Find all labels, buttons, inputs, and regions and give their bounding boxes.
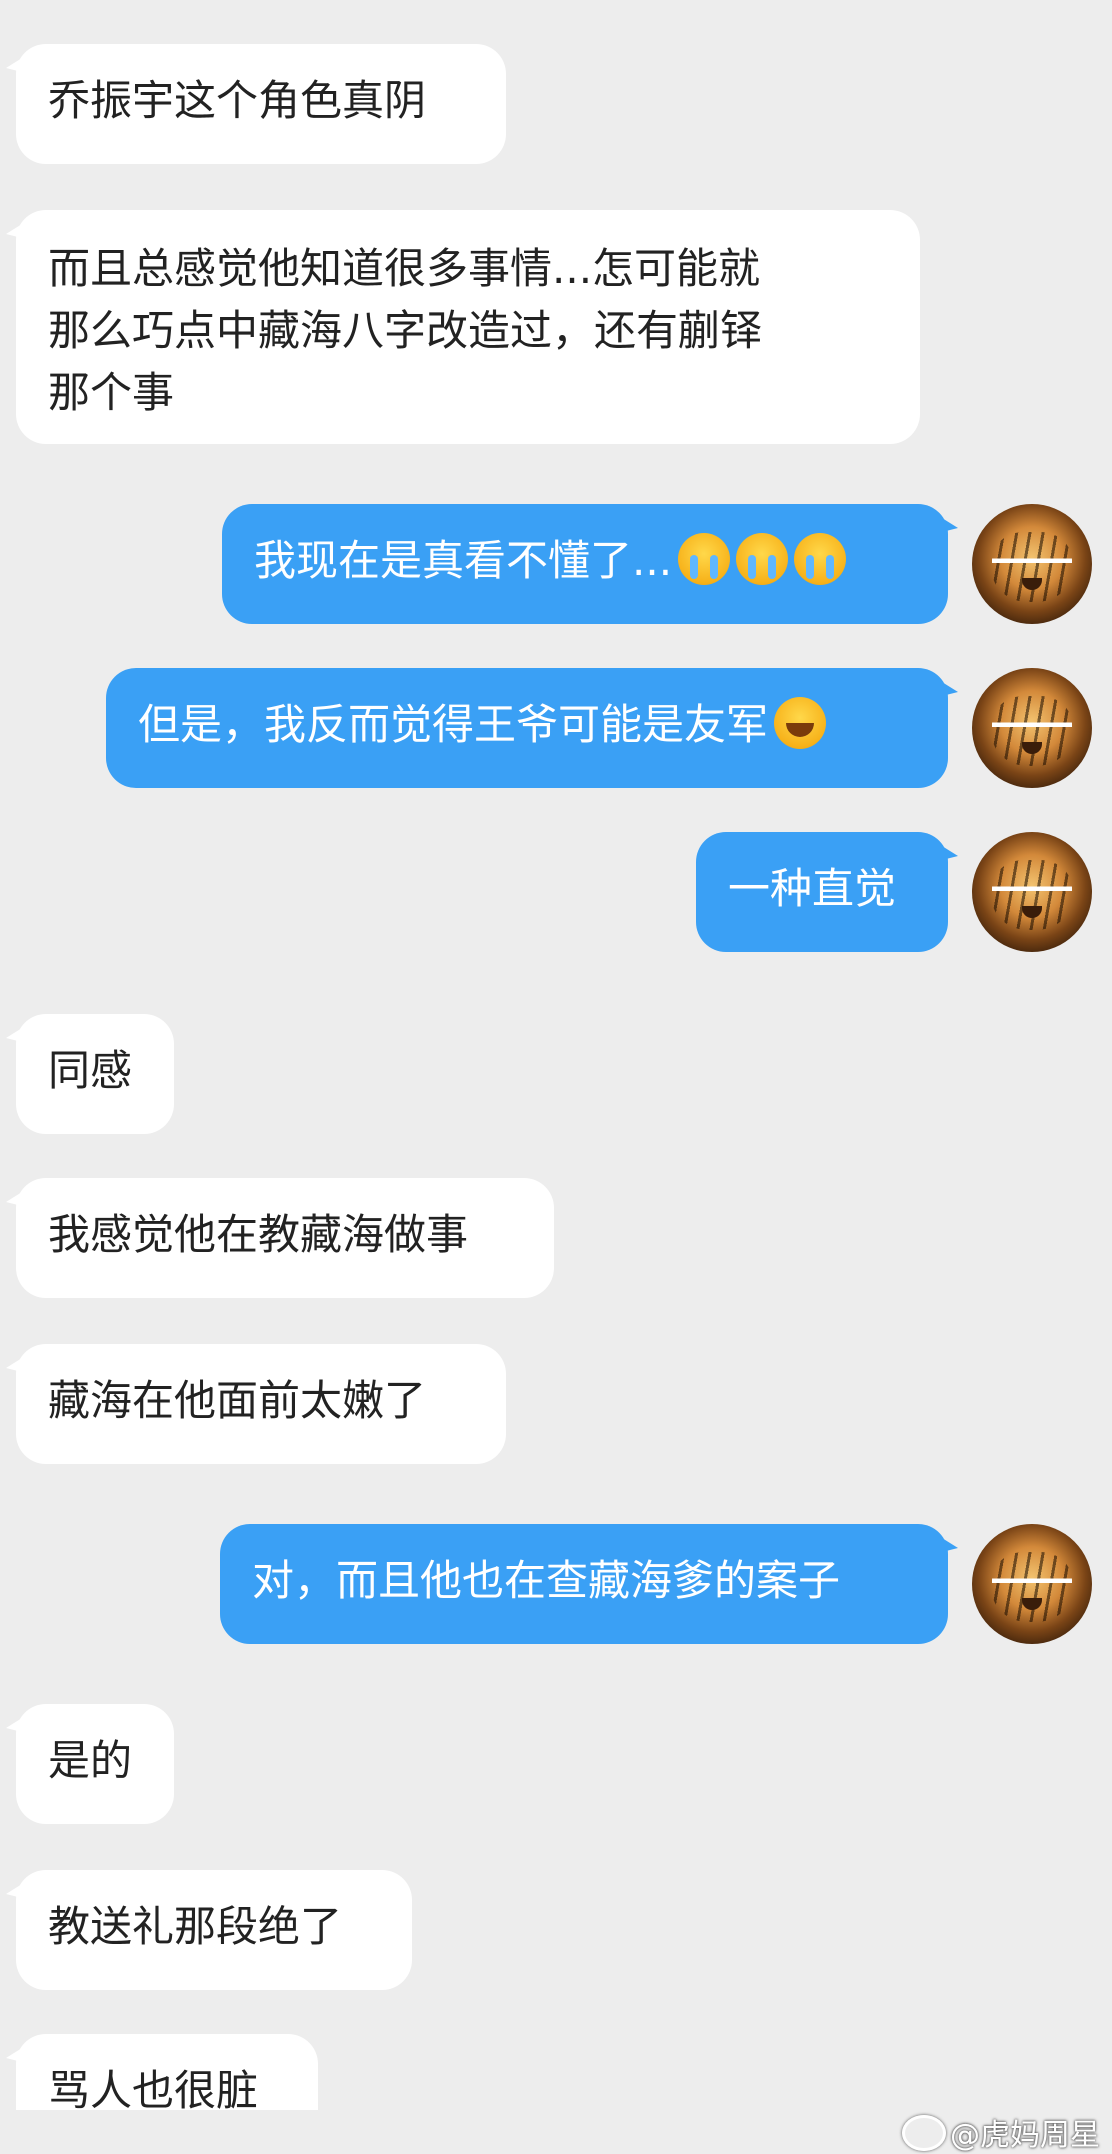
- tiger-avatar-icon[interactable]: [972, 668, 1092, 788]
- loudly-crying-face-icon: [736, 533, 789, 585]
- weibo-logo-icon: [902, 2115, 946, 2151]
- message-text: 藏海在他面前太嫩了: [48, 1376, 427, 1425]
- message-text: 我现在是真看不懂了...: [254, 536, 673, 585]
- message-text: 一种直觉: [728, 864, 897, 913]
- received-message-bubble[interactable]: 骂人也很脏: [6, 2034, 318, 2110]
- message-text: 是的: [48, 1736, 133, 1785]
- sent-message-bubble[interactable]: 一种直觉: [696, 832, 958, 952]
- sent-message-bubble[interactable]: 我现在是真看不懂了...: [222, 504, 958, 624]
- message-text: 教送礼那段绝了: [48, 1902, 343, 1951]
- message-text-line: 而且总感觉他知道很多事情...怎可能就: [48, 244, 761, 293]
- message-text: 我感觉他在教藏海做事: [48, 1210, 469, 1259]
- received-message-bubble[interactable]: 是的: [6, 1704, 174, 1824]
- received-message-bubble[interactable]: 我感觉他在教藏海做事: [6, 1178, 554, 1298]
- received-message-bubble[interactable]: 乔振宇这个角色真阴: [6, 44, 506, 164]
- tiger-avatar-icon[interactable]: [972, 1524, 1092, 1644]
- message-text: 乔振宇这个角色真阴: [48, 76, 427, 125]
- message-text: 但是，我反而觉得王爷可能是友军: [138, 700, 769, 749]
- received-message-bubble[interactable]: 而且总感觉他知道很多事情...怎可能就 那么巧点中藏海八字改造过，还有蒯铎 那个…: [6, 210, 920, 444]
- chat-message-list[interactable]: 乔振宇这个角色真阴 而且总感觉他知道很多事情...怎可能就 那么巧点中藏海八字改…: [0, 0, 1112, 2110]
- watermark: @虎妈周星: [902, 2110, 1100, 2154]
- loudly-crying-face-icon: [794, 533, 847, 585]
- message-text: 骂人也很脏: [48, 2066, 259, 2110]
- tiger-avatar-icon[interactable]: [972, 504, 1092, 624]
- message-text-line: 那么巧点中藏海八字改造过，还有蒯铎: [48, 306, 763, 355]
- message-text-line: 那个事: [48, 368, 175, 417]
- rolling-laughing-face-icon: [774, 697, 827, 749]
- message-text: 对，而且他也在查藏海爹的案子: [252, 1556, 841, 1605]
- received-message-bubble[interactable]: 同感: [6, 1014, 174, 1134]
- loudly-crying-face-icon: [678, 533, 731, 585]
- sent-message-bubble[interactable]: 但是，我反而觉得王爷可能是友军: [106, 668, 958, 788]
- message-text: 同感: [48, 1046, 133, 1095]
- sent-message-bubble[interactable]: 对，而且他也在查藏海爹的案子: [220, 1524, 958, 1644]
- received-message-bubble[interactable]: 藏海在他面前太嫩了: [6, 1344, 506, 1464]
- received-message-bubble[interactable]: 教送礼那段绝了: [6, 1870, 412, 1990]
- tiger-avatar-icon[interactable]: [972, 832, 1092, 952]
- watermark-text: @虎妈周星: [950, 2118, 1100, 2153]
